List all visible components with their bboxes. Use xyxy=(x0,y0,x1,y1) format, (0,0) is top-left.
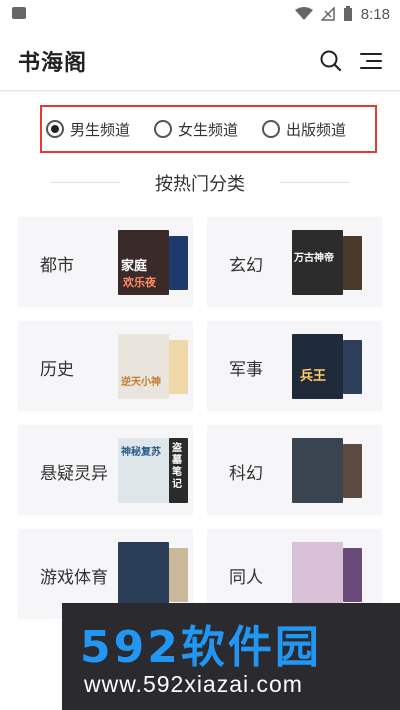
search-button[interactable] xyxy=(318,48,344,74)
category-card-history[interactable]: 历史 逆天小神 xyxy=(18,321,193,411)
cover-title: 兵王 xyxy=(300,369,327,384)
book-cover: 盗墓笔记 xyxy=(169,438,188,503)
cover-title: 家庭 xyxy=(121,259,148,274)
category-label: 军事 xyxy=(229,360,263,380)
watermark-brand: 592软件园 xyxy=(80,622,322,673)
radio-unchecked-icon xyxy=(154,120,173,138)
category-card-fantasy[interactable]: 玄幻 万古神帝 xyxy=(207,217,382,307)
cover-title: 欢乐夜 xyxy=(123,276,156,289)
gallery-notification-icon xyxy=(12,7,26,19)
app-title: 书海阁 xyxy=(18,51,88,76)
book-cover xyxy=(169,548,188,602)
category-label: 悬疑灵异 xyxy=(40,464,108,484)
app-bar: 书海阁 xyxy=(0,28,400,91)
book-cover xyxy=(169,236,188,290)
battery-icon xyxy=(343,6,352,21)
status-bar: 8:18 xyxy=(0,0,400,28)
category-card-mystery[interactable]: 悬疑灵异 神秘复苏 盗墓笔记 xyxy=(18,425,193,515)
wifi-icon xyxy=(294,7,313,20)
category-label: 都市 xyxy=(40,256,74,276)
cover-title: 逆天小神 xyxy=(121,377,161,388)
category-card-urban[interactable]: 都市 家庭 欢乐夜 xyxy=(18,217,193,307)
book-cover: 逆天小神 xyxy=(118,334,169,399)
book-cover xyxy=(343,236,362,290)
cover-title: 神秘复苏 xyxy=(121,447,161,458)
category-label: 科幻 xyxy=(229,464,263,484)
channel-female[interactable]: 女生频道 xyxy=(154,119,238,140)
book-cover: 兵王 xyxy=(292,334,343,399)
menu-button[interactable] xyxy=(358,48,384,74)
category-label: 玄幻 xyxy=(229,256,263,276)
channel-label: 女生频道 xyxy=(178,120,239,139)
divider xyxy=(280,182,350,183)
category-label: 游戏体育 xyxy=(40,568,108,588)
section-header: 按热门分类 xyxy=(0,170,400,195)
book-cover xyxy=(292,542,343,607)
book-cover xyxy=(118,542,169,607)
book-cover xyxy=(343,444,362,498)
cover-title: 盗墓笔记 xyxy=(172,443,182,490)
search-icon xyxy=(320,50,342,72)
radio-unchecked-icon xyxy=(262,120,281,138)
channel-male[interactable]: 男生频道 xyxy=(46,119,130,140)
book-cover: 万古神帝 xyxy=(292,230,343,295)
book-cover xyxy=(343,548,362,602)
watermark-url: www.592xiazai.com xyxy=(84,671,303,697)
no-signal-icon xyxy=(320,7,335,21)
category-card-scifi[interactable]: 科幻 xyxy=(207,425,382,515)
book-cover xyxy=(343,340,362,394)
section-title: 按热门分类 xyxy=(155,174,245,195)
channel-publish[interactable]: 出版频道 xyxy=(262,119,346,140)
category-label: 历史 xyxy=(40,360,74,380)
book-cover xyxy=(292,438,343,503)
clock: 8:18 xyxy=(360,5,390,23)
watermark: 592软件园 www.592xiazai.com xyxy=(62,603,400,710)
book-cover xyxy=(169,340,188,394)
list-menu-icon xyxy=(360,53,382,69)
channel-label: 出版频道 xyxy=(286,120,347,139)
radio-checked-icon xyxy=(46,120,64,138)
book-cover: 家庭 欢乐夜 xyxy=(118,230,169,295)
channel-label: 男生频道 xyxy=(70,120,131,139)
cover-title: 万古神帝 xyxy=(294,253,334,264)
channel-selector: 男生频道 女生频道 出版频道 xyxy=(40,105,377,153)
divider xyxy=(50,182,120,183)
category-card-military[interactable]: 军事 兵王 xyxy=(207,321,382,411)
category-label: 同人 xyxy=(229,568,263,588)
book-cover: 神秘复苏 xyxy=(118,438,169,503)
